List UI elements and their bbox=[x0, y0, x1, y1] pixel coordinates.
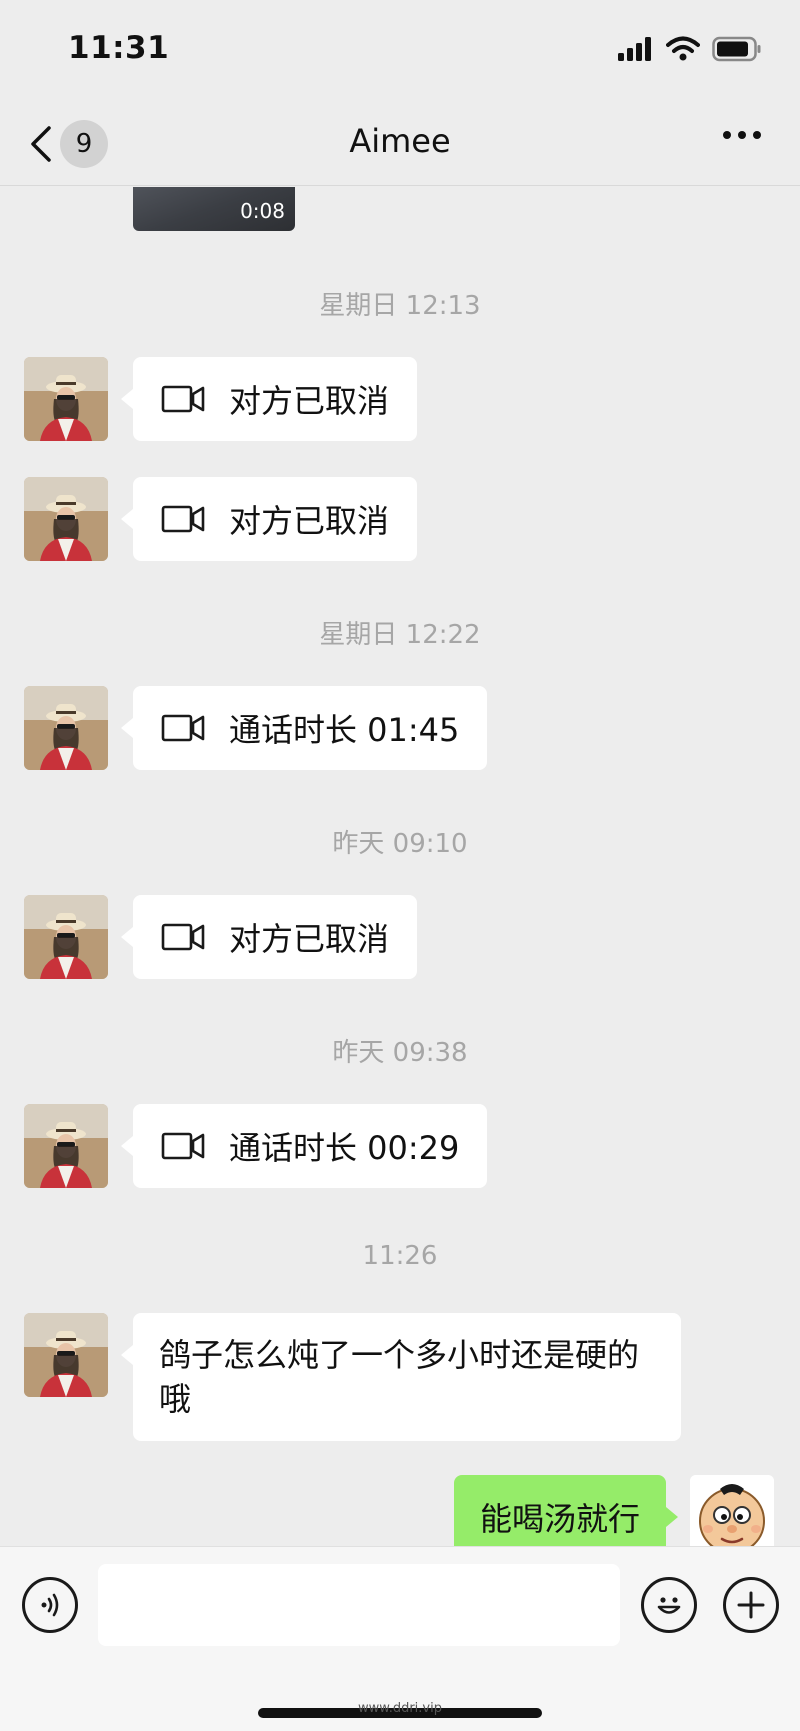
contact-avatar[interactable] bbox=[24, 1104, 108, 1188]
emoji-icon bbox=[657, 1597, 681, 1614]
emoji-button[interactable] bbox=[641, 1577, 697, 1633]
video-call-message[interactable]: 对方已取消 bbox=[120, 477, 418, 561]
call-duration-label: 通话时长 01:45 bbox=[229, 711, 460, 749]
status-icons bbox=[618, 36, 762, 62]
call-status-label: 对方已取消 bbox=[229, 382, 390, 420]
video-call-message[interactable]: 对方已取消 bbox=[120, 357, 418, 441]
plus-icon bbox=[737, 1591, 765, 1619]
text-message[interactable]: 鸽子怎么炖了一个多小时还是硬的哦 bbox=[121, 1313, 681, 1441]
wifi-icon bbox=[666, 36, 700, 61]
video-call-icon bbox=[161, 384, 205, 414]
chat-header: 9 Aimee bbox=[0, 100, 800, 186]
video-call-icon bbox=[161, 922, 205, 952]
timestamp: 星期日 12:13 bbox=[319, 291, 481, 321]
call-status-label: 对方已取消 bbox=[229, 502, 390, 540]
timestamp: 昨天 09:38 bbox=[332, 1038, 468, 1068]
input-bar: www.ddri.vip bbox=[0, 1546, 800, 1731]
voice-input-button[interactable] bbox=[22, 1577, 78, 1633]
message-list[interactable]: 0:08 星期日 12:13 对方已取消 对方已取消 星期日 12:22 通话时… bbox=[0, 187, 800, 1547]
status-bar: 11:31 bbox=[0, 0, 800, 100]
more-options-icon[interactable] bbox=[722, 130, 762, 140]
contact-avatar[interactable] bbox=[24, 357, 108, 441]
message-text: 鸽子怎么炖了一个多小时还是硬的哦 bbox=[159, 1336, 640, 1418]
video-message[interactable]: 0:08 bbox=[133, 187, 295, 231]
video-call-icon bbox=[161, 1131, 205, 1161]
watermark: www.ddri.vip bbox=[358, 1701, 442, 1716]
my-text-message[interactable]: 能喝汤就行 bbox=[453, 1475, 679, 1547]
contact-avatar[interactable] bbox=[24, 895, 108, 979]
call-status-label: 对方已取消 bbox=[229, 920, 390, 958]
contact-avatar[interactable] bbox=[24, 1313, 108, 1397]
message-input[interactable] bbox=[98, 1564, 620, 1646]
message-text: 能喝汤就行 bbox=[479, 1500, 640, 1538]
video-call-icon bbox=[161, 713, 205, 743]
voice-icon bbox=[41, 1593, 59, 1617]
video-call-message[interactable]: 通话时长 00:29 bbox=[120, 1104, 488, 1188]
timestamp: 昨天 09:10 bbox=[332, 829, 468, 859]
contact-avatar[interactable] bbox=[24, 686, 108, 770]
cellular-signal-icon bbox=[618, 37, 651, 61]
chat-title: Aimee bbox=[349, 122, 451, 160]
battery-icon bbox=[712, 36, 761, 62]
more-functions-button[interactable] bbox=[723, 1577, 779, 1633]
status-time: 11:31 bbox=[68, 30, 170, 66]
timestamp: 星期日 12:22 bbox=[319, 620, 481, 650]
timestamp: 11:26 bbox=[362, 1241, 438, 1271]
contact-avatar[interactable] bbox=[24, 477, 108, 561]
call-duration-label: 通话时长 00:29 bbox=[229, 1129, 460, 1167]
video-duration: 0:08 bbox=[240, 199, 285, 223]
video-call-message[interactable]: 对方已取消 bbox=[120, 895, 418, 979]
video-call-icon bbox=[161, 504, 205, 534]
video-call-message[interactable]: 通话时长 01:45 bbox=[120, 686, 488, 770]
my-avatar[interactable] bbox=[690, 1475, 774, 1547]
